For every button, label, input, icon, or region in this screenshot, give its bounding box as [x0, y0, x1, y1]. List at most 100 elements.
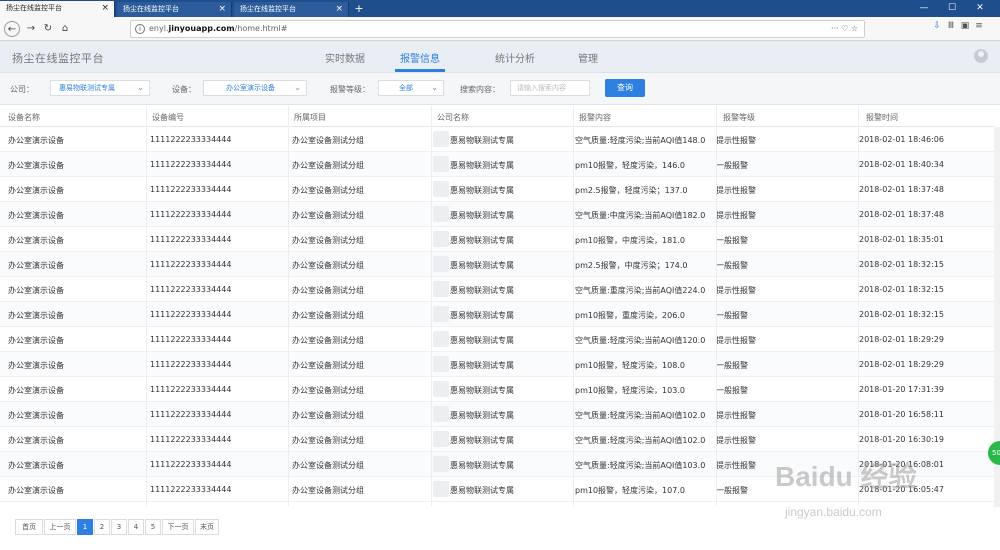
pager-button[interactable]: 下一页	[162, 519, 194, 535]
table-cell: 惠易物联测试专属	[450, 186, 514, 195]
table-row[interactable]: 办公室演示设备 1111222233334444 办公室设备测试分组 惠易物联测试专属…	[0, 277, 994, 302]
table-cell: 1111222233334444	[150, 310, 232, 319]
company-select[interactable]: 惠易物联测试专属 ⌄	[50, 80, 150, 96]
redacted-block	[433, 131, 449, 147]
table-row[interactable]: 办公室演示设备 1111222233334444 办公室设备测试分组 惠易物联测试专属…	[0, 152, 994, 177]
browser-tab-2[interactable]: 扬尘在线监控平台 ×	[117, 2, 232, 17]
table-cell: 2018-01-20 17:31:39	[859, 385, 944, 394]
nav-realtime[interactable]: 实时数据	[325, 50, 365, 65]
table-cell: 2018-02-01 18:29:29	[859, 335, 944, 344]
brand-title: 扬尘在线监控平台	[12, 52, 104, 65]
address-bar[interactable]: i enyl.jinyouapp.com/home.html# ··· ♡ ☆	[130, 20, 865, 38]
table-cell: 惠易物联测试专属	[450, 286, 514, 295]
nav-statistics[interactable]: 统计分析	[495, 50, 535, 65]
minimize-button[interactable]: —	[910, 0, 938, 17]
sidebar-icon[interactable]: ▣	[958, 21, 972, 31]
table-cell: 办公室设备测试分组	[292, 186, 364, 195]
search-input[interactable]: 请输入搜索内容	[510, 80, 590, 96]
table-cell: 1111222233334444	[150, 235, 232, 244]
pager-button[interactable]: 2	[94, 519, 110, 535]
url-path: /home.html#	[234, 24, 288, 33]
window-close-button[interactable]: ✕	[966, 0, 994, 17]
pager-button[interactable]: 首页	[15, 519, 43, 535]
avatar[interactable]	[974, 49, 988, 63]
col-alarm-content: 报警内容	[579, 113, 611, 122]
redacted-block	[433, 381, 449, 397]
table-row[interactable]: 办公室演示设备 1111222233334444 办公室设备测试分组 惠易物联测试专属…	[0, 327, 994, 352]
new-tab-button[interactable]: +	[352, 2, 366, 16]
col-device-id: 设备编号	[152, 113, 184, 122]
pager-button[interactable]: 末页	[195, 519, 219, 535]
col-device-name: 设备名称	[8, 113, 40, 122]
table-cell: 办公室演示设备	[8, 411, 64, 420]
close-icon[interactable]: ×	[335, 2, 343, 17]
table-row[interactable]: 办公室演示设备 1111222233334444 办公室设备测试分组 惠易物联测试专属…	[0, 177, 994, 202]
forward-icon[interactable]: →	[23, 21, 39, 37]
table-cell: 办公室设备测试分组	[292, 261, 364, 270]
column-divider	[146, 106, 147, 506]
download-icon[interactable]: ⇩	[930, 21, 944, 31]
table-cell: 空气质量:轻度污染;当前AQI值148.0	[575, 136, 706, 145]
table-cell: 办公室设备测试分组	[292, 336, 364, 345]
table-cell: 办公室演示设备	[8, 161, 64, 170]
table-cell: 1111222233334444	[150, 260, 232, 269]
col-alarm-level: 报警等级	[723, 113, 755, 122]
nav-manage[interactable]: 管理	[578, 50, 598, 65]
redacted-block	[433, 406, 449, 422]
table-row[interactable]: 办公室演示设备 1111222233334444 办公室设备测试分组 惠易物联测试专属…	[0, 427, 994, 452]
table-row[interactable]: 办公室演示设备 1111222233334444 办公室设备测试分组 惠易物联测试专属…	[0, 252, 994, 277]
redacted-block	[433, 256, 449, 272]
pager-button[interactable]: 5	[145, 519, 161, 535]
url-action-icons[interactable]: ··· ♡ ☆	[831, 24, 858, 33]
close-icon[interactable]: ×	[218, 2, 226, 17]
close-icon[interactable]: ×	[101, 1, 109, 16]
col-company: 公司名称	[437, 113, 469, 122]
table-cell: 惠易物联测试专属	[450, 461, 514, 470]
table-row[interactable]: 办公室演示设备 1111222233334444 办公室设备测试分组 惠易物联测试专属…	[0, 127, 994, 152]
menu-icon[interactable]: ≡	[972, 21, 986, 31]
column-divider	[716, 106, 717, 506]
browser-tab-1[interactable]: 扬尘在线监控平台 ×	[0, 1, 115, 17]
pager-button[interactable]: 上一页	[44, 519, 76, 535]
table-cell: 惠易物联测试专属	[450, 136, 514, 145]
table-cell: 空气质量:轻度污染;当前AQI值103.0	[575, 461, 706, 470]
table-cell: 办公室演示设备	[8, 361, 64, 370]
nav-alarms[interactable]: 报警信息	[400, 50, 440, 65]
table-cell: 1111222233334444	[150, 185, 232, 194]
table-row[interactable]: 办公室演示设备 1111222233334444 办公室设备测试分组 惠易物联测试专属…	[0, 302, 994, 327]
back-icon[interactable]: ←	[4, 21, 20, 37]
home-icon[interactable]: ⌂	[57, 21, 73, 37]
table-cell: 1111222233334444	[150, 435, 232, 444]
info-icon[interactable]: i	[135, 24, 145, 34]
url-host: enyl.	[149, 24, 169, 33]
table-cell: 惠易物联测试专属	[450, 161, 514, 170]
redacted-block	[433, 331, 449, 347]
table-cell: pm10报警，轻度污染，103.0	[575, 386, 685, 395]
table-row[interactable]: 办公室演示设备 1111222233334444 办公室设备测试分组 惠易物联测试专属…	[0, 352, 994, 377]
reload-icon[interactable]: ↻	[40, 21, 56, 37]
col-project: 所属项目	[294, 113, 326, 122]
active-nav-indicator	[395, 69, 445, 72]
library-icon[interactable]: Ⅲ	[944, 21, 958, 31]
table-row[interactable]: 办公室演示设备 1111222233334444 办公室设备测试分组 惠易物联测试专属…	[0, 202, 994, 227]
table-row[interactable]: 办公室演示设备 1111222233334444 办公室设备测试分组 惠易物联测试专属…	[0, 377, 994, 402]
table-cell: 惠易物联测试专属	[450, 486, 514, 495]
query-button[interactable]: 查询	[605, 79, 645, 97]
browser-tab-3[interactable]: 扬尘在线监控平台 ×	[234, 2, 349, 17]
table-cell: 提示性报警	[716, 461, 756, 470]
tab-title: 扬尘在线监控平台	[6, 4, 62, 12]
pager-button[interactable]: 1	[77, 519, 93, 535]
table-cell: 提示性报警	[716, 136, 756, 145]
device-label: 设备：	[172, 85, 196, 94]
table-cell: 办公室设备测试分组	[292, 361, 364, 370]
table-row[interactable]: 办公室演示设备 1111222233334444 办公室设备测试分组 惠易物联测试专属…	[0, 402, 994, 427]
table-row[interactable]: 办公室演示设备 1111222233334444 办公室设备测试分组 惠易物联测试专属…	[0, 227, 994, 252]
table-cell: 惠易物联测试专属	[450, 336, 514, 345]
maximize-button[interactable]: ☐	[938, 0, 966, 17]
level-select[interactable]: 全部 ⌄	[378, 80, 444, 96]
pager-button[interactable]: 4	[128, 519, 144, 535]
table-cell: 办公室设备测试分组	[292, 136, 364, 145]
device-select[interactable]: 办公室演示设备 ⌄	[203, 80, 307, 96]
table-cell: 惠易物联测试专属	[450, 211, 514, 220]
pager-button[interactable]: 3	[111, 519, 127, 535]
